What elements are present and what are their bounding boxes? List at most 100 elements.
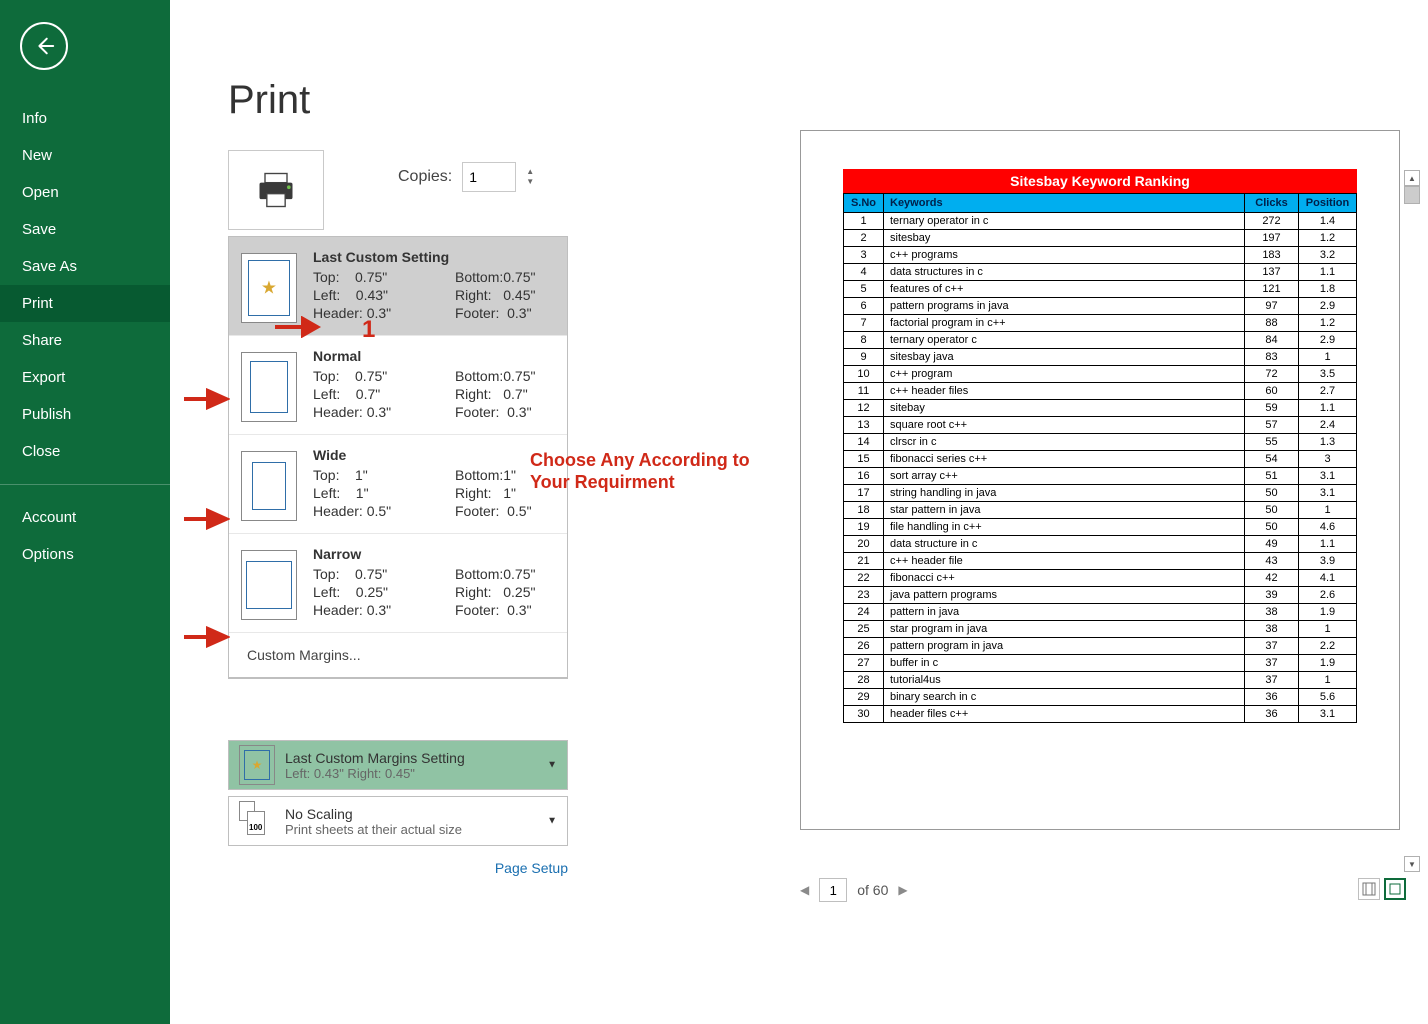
table-row: 25star program in java381 xyxy=(844,621,1357,638)
page-total-label: of 60 xyxy=(857,882,888,898)
table-row: 17string handling in java503.1 xyxy=(844,485,1357,502)
print-preview: Sitesbay Keyword Ranking S.No Keywords C… xyxy=(800,130,1400,830)
col-sno: S.No xyxy=(844,194,884,213)
annotation-number: 1 xyxy=(362,316,375,344)
sidebar-item-info[interactable]: Info xyxy=(0,100,170,137)
sidebar-item-save[interactable]: Save xyxy=(0,211,170,248)
annotation-text: Choose Any According to Your Requirment xyxy=(530,449,750,493)
margin-thumb-icon: ★ xyxy=(241,253,297,323)
print-section: Copies: ▲ ▼ xyxy=(228,150,324,230)
margins-selector-title: Last Custom Margins Setting xyxy=(285,750,465,766)
table-row: 2sitesbay1971.2 xyxy=(844,230,1357,247)
sidebar-item-share[interactable]: Share xyxy=(0,322,170,359)
table-row: 15fibonacci series c++543 xyxy=(844,451,1357,468)
sidebar-item-export[interactable]: Export xyxy=(0,359,170,396)
table-row: 14clrscr in c551.3 xyxy=(844,434,1357,451)
sidebar-item-account[interactable]: Account xyxy=(0,499,170,536)
margin-thumb-icon xyxy=(241,550,297,620)
table-row: 28tutorial4us371 xyxy=(844,672,1357,689)
margin-option-wide[interactable]: Wide Top: 1"Bottom:1" Left: 1"Right: 1" … xyxy=(229,435,567,534)
table-row: 9sitesbay java831 xyxy=(844,349,1357,366)
margin-thumb-icon xyxy=(241,451,297,521)
table-row: 24pattern in java381.9 xyxy=(844,604,1357,621)
page-setup-link[interactable]: Page Setup xyxy=(228,860,568,876)
margin-option-normal[interactable]: Normal Top: 0.75"Bottom:0.75" Left: 0.7"… xyxy=(229,336,567,435)
scaling-detail: Print sheets at their actual size xyxy=(285,822,462,837)
zoom-to-page-button[interactable] xyxy=(1384,878,1406,900)
chevron-down-icon: ▼ xyxy=(547,760,557,771)
margin-option-name: Normal xyxy=(313,348,555,364)
table-row: 13square root c++572.4 xyxy=(844,417,1357,434)
preview-header: Sitesbay Keyword Ranking xyxy=(843,169,1357,193)
preview-scrollbar[interactable]: ▲ ▼ xyxy=(1404,170,1420,204)
sidebar-item-open[interactable]: Open xyxy=(0,174,170,211)
table-row: 18star pattern in java501 xyxy=(844,502,1357,519)
table-row: 11c++ header files602.7 xyxy=(844,383,1357,400)
scaling-title: No Scaling xyxy=(285,806,462,822)
annotation-arrow-icon xyxy=(182,626,230,648)
print-button[interactable] xyxy=(228,150,324,230)
table-row: 1ternary operator in c2721.4 xyxy=(844,213,1357,230)
margin-thumb-icon: ★ xyxy=(239,745,275,785)
show-margins-button[interactable] xyxy=(1358,878,1380,900)
table-row: 8ternary operator c842.9 xyxy=(844,332,1357,349)
margin-option-name: Last Custom Setting xyxy=(313,249,555,265)
table-row: 20data structure in c491.1 xyxy=(844,536,1357,553)
table-row: 27buffer in c371.9 xyxy=(844,655,1357,672)
table-row: 30header files c++363.1 xyxy=(844,706,1357,723)
table-row: 4data structures in c1371.1 xyxy=(844,264,1357,281)
copies-input[interactable] xyxy=(462,162,516,192)
table-row: 19file handling in c++504.6 xyxy=(844,519,1357,536)
spinner-up-icon[interactable]: ▲ xyxy=(526,168,534,176)
preview-view-buttons xyxy=(1358,878,1406,900)
table-row: 26pattern program in java372.2 xyxy=(844,638,1357,655)
scroll-up-icon[interactable]: ▲ xyxy=(1404,170,1420,186)
table-row: 5features of c++1211.8 xyxy=(844,281,1357,298)
copies-label: Copies: xyxy=(398,168,452,186)
table-row: 21c++ header file433.9 xyxy=(844,553,1357,570)
annotation-arrow-icon xyxy=(182,388,230,410)
preview-table: S.No Keywords Clicks Position 1ternary o… xyxy=(843,193,1357,723)
spinner-down-icon[interactable]: ▼ xyxy=(526,178,534,186)
copies-spinner[interactable]: ▲ ▼ xyxy=(526,168,534,186)
margins-dropdown-panel: ★ Last Custom Setting Top: 0.75"Bottom:0… xyxy=(228,236,568,679)
chevron-down-icon: ▼ xyxy=(547,816,557,827)
col-clicks: Clicks xyxy=(1245,194,1299,213)
table-row: 23java pattern programs392.6 xyxy=(844,587,1357,604)
back-button[interactable] xyxy=(20,22,68,70)
sidebar-item-options[interactable]: Options xyxy=(0,536,170,573)
margin-option-narrow[interactable]: Narrow Top: 0.75"Bottom:0.75" Left: 0.25… xyxy=(229,534,567,633)
col-position: Position xyxy=(1299,194,1357,213)
margins-selector[interactable]: ★ Last Custom Margins Setting Left: 0.43… xyxy=(228,740,568,790)
copies-group: Copies: ▲ ▼ xyxy=(398,162,534,192)
sidebar-item-close[interactable]: Close xyxy=(0,433,170,470)
table-row: 3c++ programs1833.2 xyxy=(844,247,1357,264)
scaling-selector[interactable]: 100 No Scaling Print sheets at their act… xyxy=(228,796,568,846)
sidebar-item-save-as[interactable]: Save As xyxy=(0,248,170,285)
next-page-button[interactable]: ▶ xyxy=(898,883,907,897)
table-row: 22fibonacci c++424.1 xyxy=(844,570,1357,587)
annotation-arrow-icon xyxy=(273,316,321,338)
margins-selector-detail: Left: 0.43" Right: 0.45" xyxy=(285,766,465,781)
scroll-down-icon[interactable]: ▼ xyxy=(1404,856,1420,872)
sidebar-item-print[interactable]: Print xyxy=(0,285,170,322)
prev-page-button[interactable]: ◀ xyxy=(800,883,809,897)
annotation-arrow-icon xyxy=(182,508,230,530)
table-row: 16sort array c++513.1 xyxy=(844,468,1357,485)
page-title: Print xyxy=(228,78,310,123)
margin-option-name: Narrow xyxy=(313,546,555,562)
sidebar-divider xyxy=(0,484,170,485)
sidebar-item-new[interactable]: New xyxy=(0,137,170,174)
custom-margins-link[interactable]: Custom Margins... xyxy=(229,633,567,678)
sidebar-item-publish[interactable]: Publish xyxy=(0,396,170,433)
margin-thumb-icon xyxy=(241,352,297,422)
page-number-input[interactable] xyxy=(819,878,847,902)
scaling-thumb-icon: 100 xyxy=(239,801,275,841)
page-navigator: ◀ of 60 ▶ xyxy=(800,878,1400,902)
backstage-sidebar: InfoNewOpenSaveSave AsPrintShareExportPu… xyxy=(0,0,170,1024)
backstage-main: Print Copies: ▲ ▼ ★ Last Custom Se xyxy=(170,0,1428,1024)
col-keywords: Keywords xyxy=(884,194,1245,213)
table-row: 7factorial program in c++881.2 xyxy=(844,315,1357,332)
printer-icon xyxy=(254,168,298,212)
star-icon: ★ xyxy=(261,278,277,299)
